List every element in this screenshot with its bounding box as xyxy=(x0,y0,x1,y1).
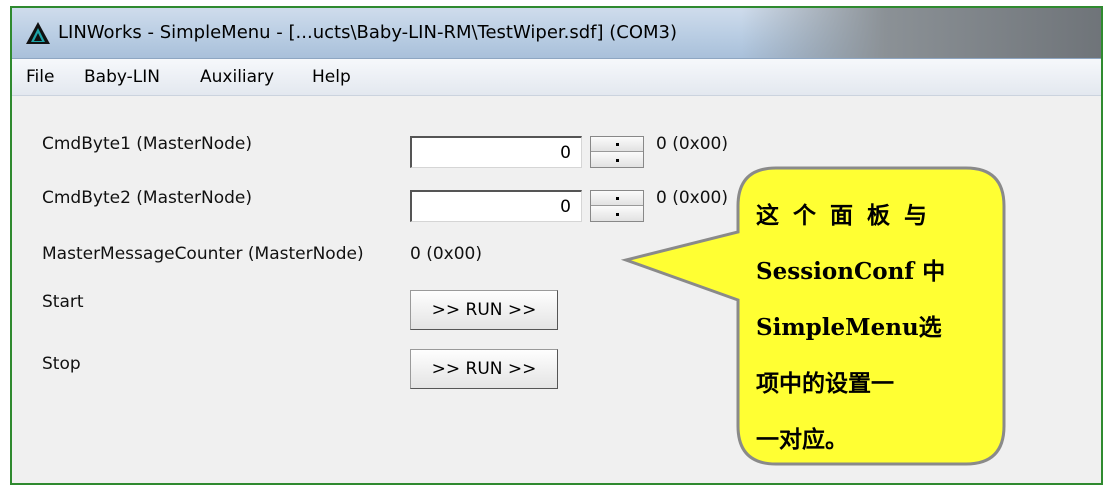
callout-line-4: 项中的设置一 xyxy=(756,370,894,397)
callout-text: 这个面板与 SessionConf 中 SimpleMenu选 项中的设置一 一… xyxy=(756,188,978,468)
callout-line-1: 这个面板与 xyxy=(756,202,941,229)
callout-line-5: 一对应。 xyxy=(756,426,848,453)
callout-line-2: SessionConf 中 xyxy=(756,258,946,285)
callout-line-3: SimpleMenu选 xyxy=(756,314,942,341)
